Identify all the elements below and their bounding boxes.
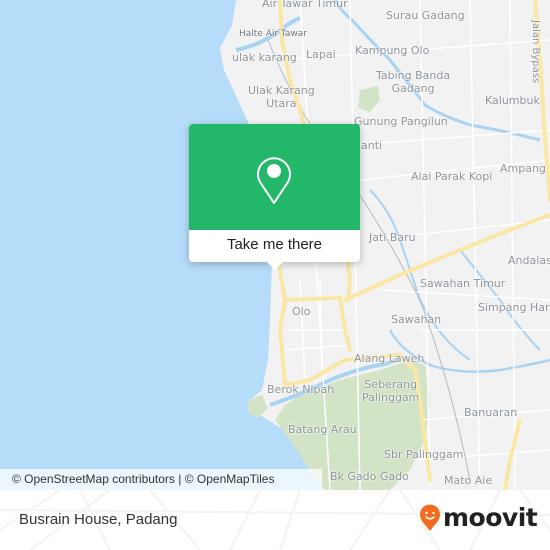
road-label: Jalan Bypass: [530, 20, 541, 84]
popup-header: [189, 124, 360, 230]
place-name: Seberang Palinggam: [362, 378, 420, 404]
place-label: Banuaran: [464, 406, 518, 419]
location-title: Busrain House, Padang: [19, 511, 178, 528]
place-label: Alang Laweh: [354, 352, 425, 365]
place-label: Halte Air Tawar: [239, 29, 308, 39]
place-label: Batang Arau: [288, 423, 357, 436]
place-label: Lapai: [306, 48, 336, 61]
brand-name: moovit: [443, 503, 538, 532]
place-name: Tabing Banda Gadang: [376, 69, 451, 95]
take-me-there-button[interactable]: Take me there: [189, 230, 360, 262]
place-label: Simpang Haru: [478, 301, 550, 314]
place-label: Alai Parak Kopi: [411, 170, 493, 183]
place-label: Ampang: [500, 162, 546, 175]
place-label: Mato Aie: [444, 474, 493, 487]
river: [369, 189, 471, 361]
map-pin-icon: [257, 157, 291, 204]
place-label: ulak karang: [232, 51, 297, 64]
place-label: Sawahan: [391, 313, 442, 326]
place-label: Ulak Karang Utara: [248, 84, 315, 110]
place-label: Jati Baru: [369, 231, 416, 244]
popup-pointer: [267, 262, 283, 270]
place-name: Ulak Karang Utara: [248, 84, 315, 110]
place-label: Bk Gado Gado: [330, 470, 409, 483]
place-label: Seberang Palinggam: [362, 378, 419, 404]
place-label: Sbr Palinggam: [384, 448, 464, 461]
place-label: Berok Nipah: [267, 383, 335, 396]
place-label: Kampung Olo: [355, 44, 430, 57]
place-label: Olo: [292, 305, 311, 318]
moovit-logo[interactable]: moovit: [419, 503, 538, 533]
place-label: Kalumbuk: [485, 94, 540, 107]
map-attribution[interactable]: © OpenStreetMap contributors | © OpenMap…: [0, 469, 322, 490]
place-label: Sawahan Timur: [420, 277, 506, 290]
location-popup[interactable]: Take me there: [189, 124, 360, 270]
place-label: Tabing Banda Gadang: [376, 69, 450, 95]
moovit-pin-icon: [420, 504, 440, 531]
place-label: Air Tawar Timur: [262, 0, 348, 10]
place-label: Surau Gadang: [386, 9, 465, 22]
place-label: anti: [361, 139, 383, 152]
place-label: Gunung Pangilun: [354, 115, 448, 128]
place-label: Andalas: [508, 254, 550, 267]
map-view[interactable]: Air Tawar Timur Surau Gadang Halte Air T…: [0, 0, 550, 490]
